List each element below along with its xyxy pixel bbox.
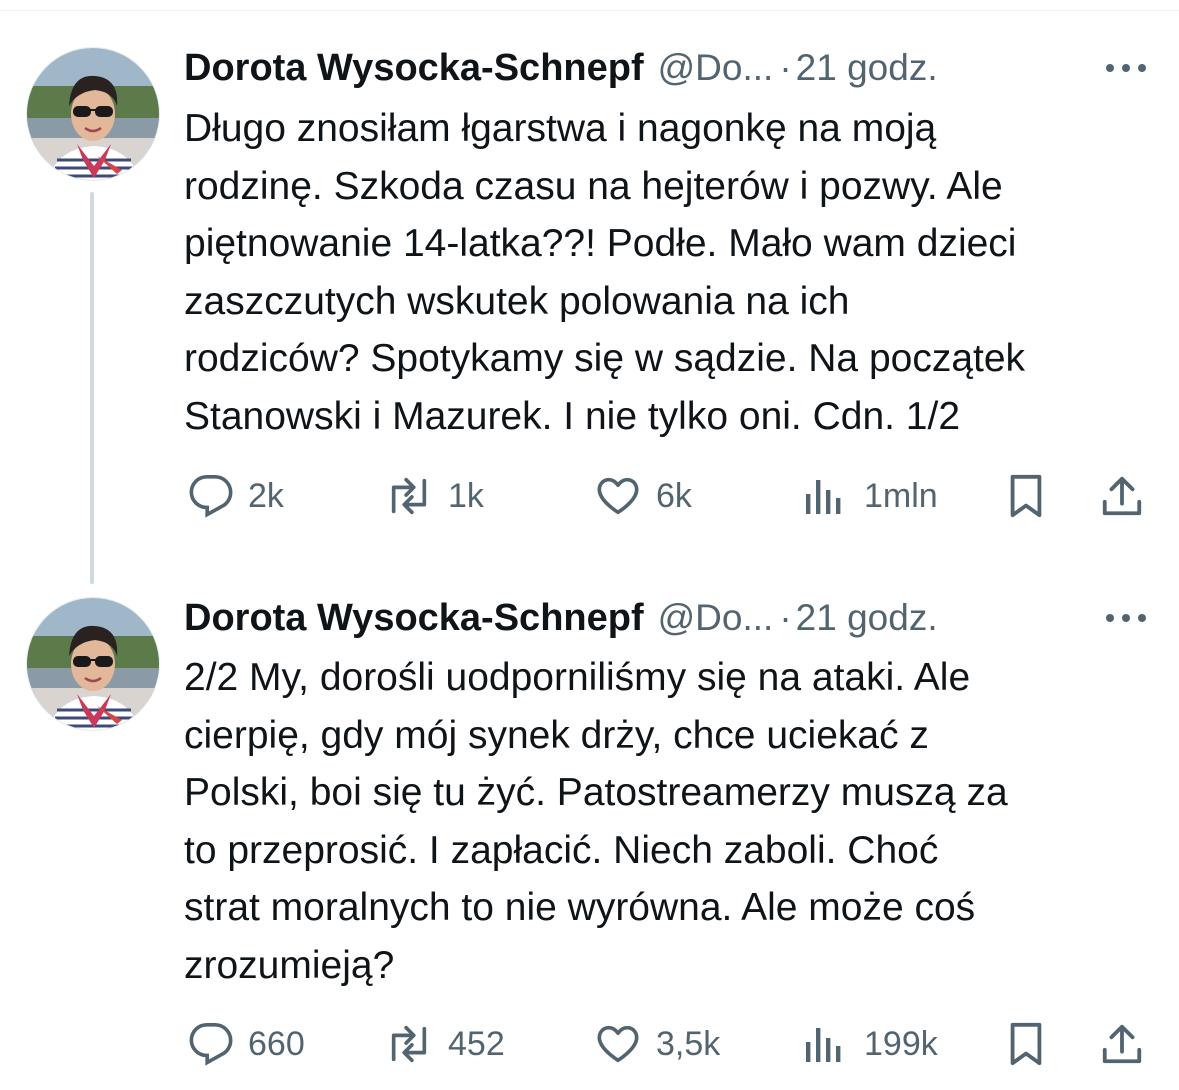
separator-dot: ·: [779, 47, 792, 88]
thread-connector-line: [90, 192, 94, 584]
separator-dot: ·: [779, 597, 792, 638]
reply-button[interactable]: 660: [188, 1014, 305, 1074]
tweet-header: Dorota Wysocka-Schnepf @Do... · 21 godz.: [184, 594, 938, 642]
reply-button[interactable]: 2k: [188, 466, 284, 526]
tweet-actions: 2k 1k 6k 1mln: [184, 466, 1154, 526]
like-button[interactable]: 3,5k: [594, 1014, 720, 1074]
bookmark-button[interactable]: [1006, 1014, 1046, 1074]
like-count: 6k: [656, 476, 692, 515]
share-upload-icon: [1102, 476, 1142, 516]
like-button[interactable]: 6k: [594, 466, 692, 526]
share-button[interactable]: [1100, 466, 1144, 526]
avatar-photo: [27, 48, 159, 180]
speech-bubble-icon: [189, 1023, 233, 1066]
share-button[interactable]: [1100, 1014, 1144, 1074]
repost-arrows-icon: [391, 1025, 427, 1063]
bookmark-button[interactable]: [1006, 466, 1046, 526]
repost-count: 1k: [448, 476, 484, 515]
top-divider: [0, 10, 1179, 11]
repost-button[interactable]: 1k: [384, 466, 484, 526]
bookmark-icon: [1010, 474, 1042, 518]
share-upload-icon: [1102, 1024, 1142, 1064]
reply-count: 660: [248, 1024, 305, 1063]
bookmark-icon: [1010, 1022, 1042, 1066]
views-count: 199k: [864, 1024, 938, 1063]
ellipsis-icon: [1106, 614, 1146, 622]
user-handle[interactable]: @Do...: [658, 47, 774, 89]
timestamp[interactable]: 21 godz.: [796, 47, 938, 89]
bar-chart-icon: [806, 480, 841, 514]
tweet-header: Dorota Wysocka-Schnepf @Do... · 21 godz.: [184, 44, 938, 92]
avatar[interactable]: [26, 47, 160, 181]
repost-button[interactable]: 452: [384, 1014, 505, 1074]
like-count: 3,5k: [656, 1024, 721, 1063]
display-name[interactable]: Dorota Wysocka-Schnepf: [184, 47, 644, 90]
tweet-text: Długo znosiłam łgarstwa i nagonkę na moj…: [184, 107, 1026, 438]
tweet-text: 2/2 My, dorośli uodporniliśmy się na ata…: [184, 656, 1008, 987]
timestamp[interactable]: 21 godz.: [796, 597, 938, 639]
heart-icon: [597, 1025, 639, 1063]
speech-bubble-icon: [189, 475, 233, 518]
more-options-button[interactable]: [1102, 48, 1150, 88]
views-button[interactable]: 1mln: [804, 466, 938, 526]
reply-count: 2k: [248, 476, 284, 515]
repost-count: 452: [448, 1024, 505, 1063]
bar-chart-icon: [806, 1028, 841, 1062]
ellipsis-icon: [1106, 64, 1146, 72]
avatar-photo: [27, 598, 159, 730]
user-handle[interactable]: @Do...: [658, 597, 774, 639]
display-name[interactable]: Dorota Wysocka-Schnepf: [184, 597, 644, 640]
tweet-actions: 660 452 3,5k 199k: [184, 1014, 1154, 1074]
repost-arrows-icon: [391, 477, 427, 515]
views-count: 1mln: [864, 476, 938, 515]
more-options-button[interactable]: [1102, 598, 1150, 638]
views-button[interactable]: 199k: [804, 1014, 938, 1074]
avatar[interactable]: [26, 597, 160, 731]
heart-icon: [597, 477, 639, 515]
